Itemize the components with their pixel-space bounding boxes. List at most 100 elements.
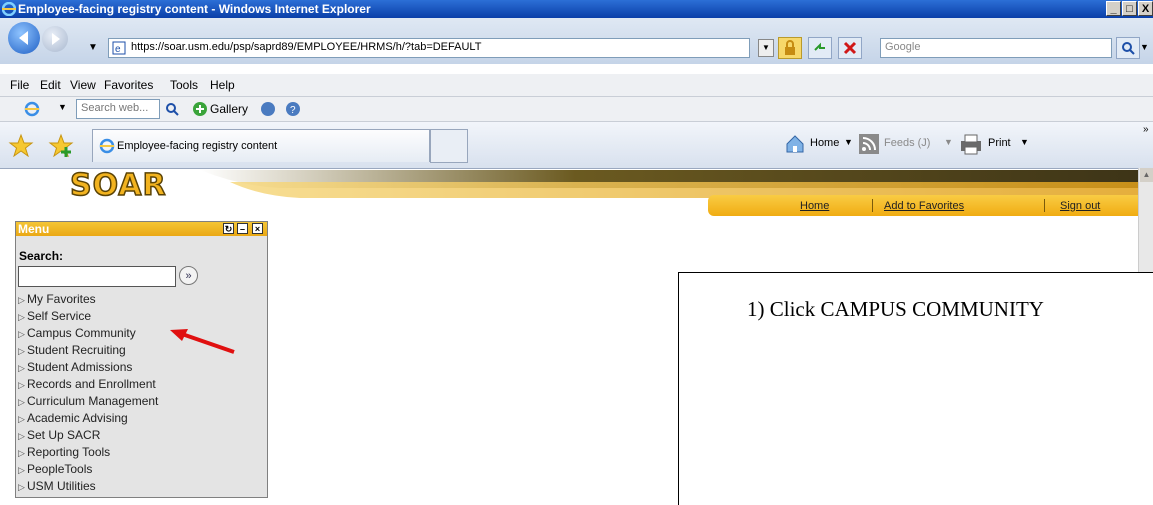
address-dropdown-button[interactable]: ▼ — [758, 39, 774, 57]
expand-triangle-icon: ▷ — [18, 431, 25, 441]
feeds-icon[interactable] — [858, 133, 880, 155]
close-button[interactable]: X — [1138, 1, 1153, 16]
expand-triangle-icon: ▷ — [18, 329, 25, 339]
soar-logo: SOAR — [69, 167, 167, 204]
ie-logo-icon — [2, 2, 16, 16]
menu-favorites[interactable]: Favorites — [104, 78, 153, 92]
overflow-chevron-icon[interactable]: » — [1143, 124, 1149, 135]
lock-icon[interactable] — [778, 37, 802, 59]
refresh-icon[interactable] — [808, 37, 832, 59]
expand-triangle-icon: ▷ — [18, 448, 25, 458]
site-banner: SOAR Home Add to Favorites Sign out — [0, 167, 1138, 218]
stop-icon[interactable] — [838, 37, 862, 59]
maximize-button[interactable]: □ — [1122, 1, 1137, 16]
search-icon[interactable] — [1116, 37, 1140, 59]
menu-panel-title: Menu — [18, 222, 50, 236]
sign-out-link[interactable]: Sign out — [1060, 200, 1100, 212]
instruction-text: 1) Click CAMPUS COMMUNITY — [747, 297, 1044, 321]
toolbar-search-input[interactable]: Search web... — [76, 99, 160, 119]
menu-item-records-enrollment[interactable]: ▷ Records and Enrollment — [18, 376, 158, 393]
menu-item-usm-utilities[interactable]: ▷ USM Utilities — [18, 478, 158, 495]
recent-pages-dropdown[interactable]: ▼ — [88, 42, 98, 53]
instruction-callout: 1) Click CAMPUS COMMUNITY — [678, 272, 1153, 505]
menu-search-label: Search: — [19, 249, 64, 263]
address-toolbar: ▼ e https://soar.usm.edu/psp/saprd89/EMP… — [0, 18, 1153, 64]
add-favorite-icon[interactable] — [48, 133, 74, 157]
expand-triangle-icon: ▷ — [18, 397, 25, 407]
forward-button[interactable] — [42, 26, 68, 52]
top-links-bar: Home Add to Favorites Sign out — [708, 195, 1138, 216]
toolbar-dropdown[interactable]: ▼ — [58, 102, 67, 112]
red-arrow-annotation — [170, 329, 235, 354]
expand-triangle-icon: ▷ — [18, 482, 25, 492]
print-dropdown[interactable]: ▼ — [1020, 137, 1029, 147]
home-button[interactable]: Home — [810, 137, 839, 149]
tab-row: Employee-facing registry content Home ▼ … — [0, 122, 1153, 169]
print-icon[interactable] — [958, 133, 984, 155]
home-dropdown[interactable]: ▼ — [844, 137, 853, 147]
web-search-input[interactable]: Google — [880, 38, 1112, 58]
menu-search-go-button[interactable]: » — [179, 266, 198, 285]
window-title: Employee-facing registry content - Windo… — [18, 2, 371, 16]
menu-item-my-favorites[interactable]: ▷ My Favorites — [18, 291, 158, 308]
favorites-star-icon[interactable] — [8, 133, 34, 157]
expand-triangle-icon: ▷ — [18, 363, 25, 373]
menu-item-reporting-tools[interactable]: ▷ Reporting Tools — [18, 444, 158, 461]
address-field[interactable]: e https://soar.usm.edu/psp/saprd89/EMPLO… — [108, 38, 750, 58]
menu-item-student-admissions[interactable]: ▷ Student Admissions — [18, 359, 158, 376]
home-icon[interactable] — [784, 133, 806, 155]
svg-text:?: ? — [290, 105, 296, 116]
refresh-portlet-icon[interactable]: ↻ — [223, 223, 234, 234]
menu-item-curriculum-management[interactable]: ▷ Curriculum Management — [18, 393, 158, 410]
settings-icon[interactable] — [260, 101, 276, 117]
menu-item-set-up-sacr[interactable]: ▷ Set Up SACR — [18, 427, 158, 444]
expand-triangle-icon: ▷ — [18, 380, 25, 390]
menu-item-student-recruiting[interactable]: ▷ Student Recruiting — [18, 342, 158, 359]
back-button[interactable] — [8, 22, 40, 54]
menu-help[interactable]: Help — [210, 78, 235, 92]
address-url: https://soar.usm.edu/psp/saprd89/EMPLOYE… — [131, 41, 482, 53]
svg-text:e: e — [115, 44, 121, 55]
feeds-dropdown[interactable]: ▼ — [944, 137, 953, 147]
forward-arrow-icon — [52, 33, 60, 45]
add-icon[interactable] — [192, 101, 208, 117]
menu-item-academic-advising[interactable]: ▷ Academic Advising — [18, 410, 158, 427]
window-titlebar: Employee-facing registry content - Windo… — [0, 0, 1153, 18]
page-icon: e — [112, 41, 126, 55]
help-icon[interactable]: ? — [285, 101, 301, 117]
minimize-button[interactable]: _ — [1106, 1, 1121, 16]
menu-item-campus-community[interactable]: ▷ Campus Community — [18, 325, 158, 342]
expand-triangle-icon: ▷ — [18, 295, 25, 305]
print-button[interactable]: Print — [988, 137, 1011, 149]
back-arrow-icon — [19, 31, 28, 45]
home-link[interactable]: Home — [800, 200, 829, 212]
ie-logo-icon — [99, 138, 115, 154]
menu-tools[interactable]: Tools — [170, 78, 198, 92]
tab-employee-registry[interactable]: Employee-facing registry content — [92, 129, 430, 162]
ie-logo-icon — [24, 101, 40, 117]
close-portlet-icon[interactable]: × — [252, 223, 263, 234]
tab-label: Employee-facing registry content — [117, 140, 278, 152]
gallery-button[interactable]: Gallery — [210, 102, 248, 116]
menu-panel-header: Menu ↻ – × — [16, 222, 267, 236]
add-to-favorites-link[interactable]: Add to Favorites — [884, 200, 964, 212]
search-options-dropdown[interactable]: ▼ — [1140, 42, 1149, 52]
menu-item-self-service[interactable]: ▷ Self Service — [18, 308, 158, 325]
menu-file[interactable]: File — [10, 78, 29, 92]
expand-triangle-icon: ▷ — [18, 346, 25, 356]
links-toolbar: ▼ Search web... Gallery ? — [0, 97, 1153, 122]
expand-triangle-icon: ▷ — [18, 414, 25, 424]
search-icon[interactable] — [164, 101, 180, 117]
menu-panel: Menu ↻ – × Search: » ▷ My Favorites ▷ Self… — [15, 221, 268, 498]
menu-item-peopletools[interactable]: ▷ PeopleTools — [18, 461, 158, 478]
feeds-button[interactable]: Feeds (J) — [884, 137, 930, 149]
new-tab-button[interactable] — [430, 129, 468, 163]
scroll-up-button[interactable]: ▲ — [1140, 168, 1153, 182]
menu-search-input[interactable] — [18, 266, 176, 287]
menu-view[interactable]: View — [70, 78, 96, 92]
menu-list: ▷ My Favorites ▷ Self Service ▷ Campus Comm… — [18, 291, 158, 495]
expand-triangle-icon: ▷ — [18, 465, 25, 475]
menu-edit[interactable]: Edit — [40, 78, 61, 92]
menu-bar: File Edit View Favorites Tools Help — [0, 74, 1153, 97]
minimize-portlet-icon[interactable]: – — [237, 223, 248, 234]
